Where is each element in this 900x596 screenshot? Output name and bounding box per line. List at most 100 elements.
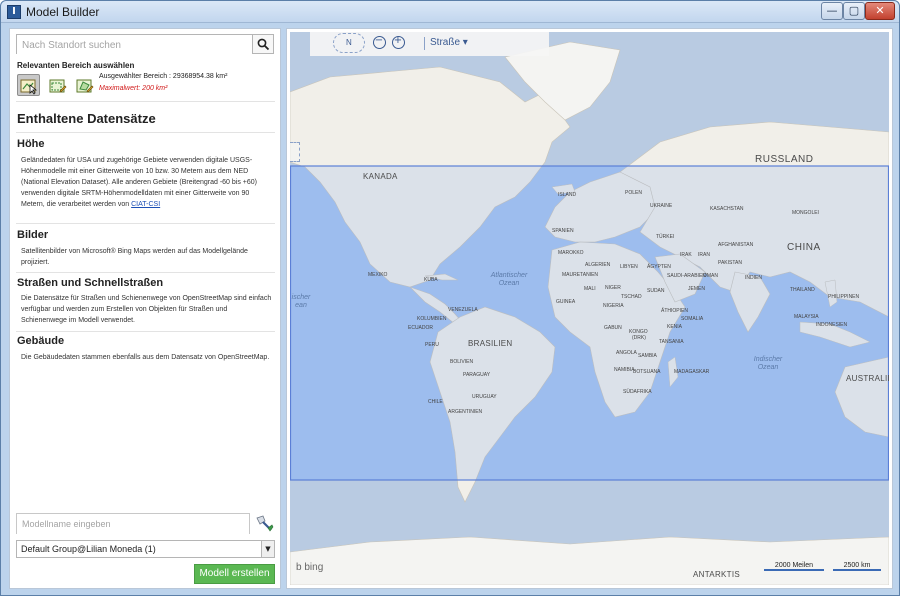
map-label: IRAK	[680, 252, 692, 258]
map-label: THAILAND	[790, 287, 815, 293]
map-edge-tab[interactable]	[290, 142, 300, 162]
search-button[interactable]	[253, 34, 274, 54]
draw-area-tool[interactable]	[46, 74, 69, 96]
group-select-value: Default Group@Lilian Moneda (1)	[21, 544, 156, 554]
chevron-down-icon: ▼	[265, 545, 271, 553]
section-title-elevation: Höhe	[17, 138, 45, 150]
section-title-imagery: Bilder	[17, 229, 49, 241]
map-label: KUBA	[424, 277, 438, 283]
toolbar-separator	[424, 37, 425, 50]
bing-text: bing	[304, 562, 324, 573]
section-title-buildings: Gebäude	[17, 335, 65, 347]
divider	[16, 132, 275, 133]
map-label: INDIEN	[745, 275, 762, 281]
section-text-roads: Die Datensätze für Straßen und Schienenw…	[21, 295, 272, 324]
map-label: LIBYEN	[620, 264, 638, 270]
map-label: KOLUMBIEN	[417, 316, 447, 322]
map-label: NAMIBIA	[614, 367, 635, 373]
map-label: POLEN	[625, 190, 642, 196]
map-style-select[interactable]: Straße ▾	[430, 37, 468, 48]
location-search	[16, 34, 253, 55]
max-area-warning: Maximalwert: 200 km²	[99, 85, 168, 92]
map-label: UKRAINE	[650, 203, 673, 209]
create-model-button[interactable]: Modell erstellen	[194, 564, 275, 584]
select-area-tool[interactable]	[17, 74, 40, 96]
map-label: (DRK)	[632, 335, 646, 341]
map-label: MAURETANIEN	[562, 272, 599, 278]
maximize-button[interactable]: ▢	[843, 2, 865, 20]
model-name-input[interactable]	[17, 514, 249, 534]
app-icon: I	[7, 5, 21, 19]
search-icon	[257, 38, 270, 51]
map-label: ANGOLA	[616, 350, 637, 356]
map-label: CHILE	[428, 399, 443, 405]
model-settings-button[interactable]	[254, 513, 275, 534]
map-label: PAKISTAN	[718, 260, 742, 266]
map-label: GABUN	[604, 325, 622, 331]
divider	[16, 272, 275, 273]
compass-icon: N	[346, 38, 352, 47]
zoom-out-button[interactable]: −	[373, 35, 386, 49]
map-label: PARAGUAY	[463, 372, 491, 378]
edit-area-tool[interactable]	[73, 74, 96, 96]
selected-area-value: Ausgewählter Bereich : 29368954.38 km²	[99, 73, 228, 80]
map-view[interactable]: N − + Straße ▾ RUSSLAND KANADA CHINA BRA…	[290, 32, 889, 585]
map-label: MONGOLEI	[792, 210, 819, 216]
map-label: NIGER	[605, 285, 621, 291]
datasets-heading: Enthaltene Datensätze	[17, 111, 156, 126]
bing-icon: b	[296, 562, 302, 573]
map-label: ARGENTINIEN	[448, 409, 483, 415]
map-label: TSCHAD	[621, 294, 642, 300]
map-label: PHILIPPINEN	[828, 294, 860, 300]
map-label: KASACHSTAN	[710, 206, 744, 212]
close-button[interactable]: ✕	[865, 2, 895, 20]
map-label: INDONESIEN	[816, 322, 848, 328]
map-label: IRAN	[698, 252, 710, 258]
map-label: AUSTRALIE	[846, 374, 889, 383]
map-label: URUGUAY	[472, 394, 497, 400]
search-input[interactable]	[17, 36, 252, 55]
map-label: ALGERIEN	[585, 262, 611, 268]
map-label: MALAYSIA	[794, 314, 819, 320]
app-window: I Model Builder — ▢ ✕ Relevanten Bereich…	[0, 0, 900, 596]
zoom-in-button[interactable]: +	[392, 35, 405, 49]
section-text-buildings: Die Gebäudedaten stammen ebenfalls aus d…	[21, 354, 270, 361]
scale-miles: 2000 Meilen	[764, 562, 824, 571]
window-title: Model Builder	[26, 5, 100, 19]
map-label: Indischer Ozean	[753, 356, 783, 371]
map-label: MEXIKO	[368, 272, 388, 278]
minimize-button[interactable]: —	[821, 2, 843, 20]
map-label: JEMEN	[688, 286, 705, 292]
zoom-out-icon: −	[374, 35, 384, 46]
map-label: BOLIVIEN	[450, 359, 474, 365]
brush-icon	[256, 515, 274, 532]
section-title-roads: Straßen und Schnellstraßen	[17, 277, 164, 289]
draw-area-icon	[49, 79, 67, 93]
select-area-icon	[20, 79, 38, 95]
map-label: BRASILIEN	[468, 339, 513, 348]
map-label: SÜDAFRIKA	[623, 389, 652, 395]
map-label: SPANIEN	[552, 228, 574, 234]
map-label: SAUDI-ARABIEN	[667, 273, 706, 279]
map-label: MADAGASKAR	[674, 369, 710, 375]
map-label: ÄTHIOPIEN	[661, 308, 688, 314]
map-label: PERU	[425, 342, 439, 348]
map-label: Atlantischer Ozean	[490, 272, 528, 287]
divider	[16, 331, 275, 332]
region-title: Relevanten Bereich auswählen	[17, 61, 135, 70]
section-text-imagery: Satellitenbilder von Microsoft® Bing Map…	[21, 248, 248, 266]
map-label: ISLAND	[558, 192, 577, 198]
world-map-graphic	[290, 32, 889, 585]
map-label: TÜRKEI	[656, 234, 675, 240]
group-select[interactable]: Default Group@Lilian Moneda (1) ▼	[16, 540, 275, 558]
minimize-icon: —	[826, 4, 838, 17]
compass-button[interactable]: N	[333, 33, 365, 53]
map-label: KANADA	[363, 172, 398, 181]
map-label: VENEZUELA	[448, 307, 478, 313]
dropdown-arrow-button[interactable]: ▼	[261, 541, 274, 557]
map-toolbar: N − + Straße ▾	[310, 32, 549, 56]
zoom-in-icon: +	[393, 35, 403, 46]
divider	[16, 223, 275, 224]
map-label: ANTARKTIS	[693, 570, 741, 579]
ciat-csi-link[interactable]: CIAT-CSI	[131, 201, 160, 208]
